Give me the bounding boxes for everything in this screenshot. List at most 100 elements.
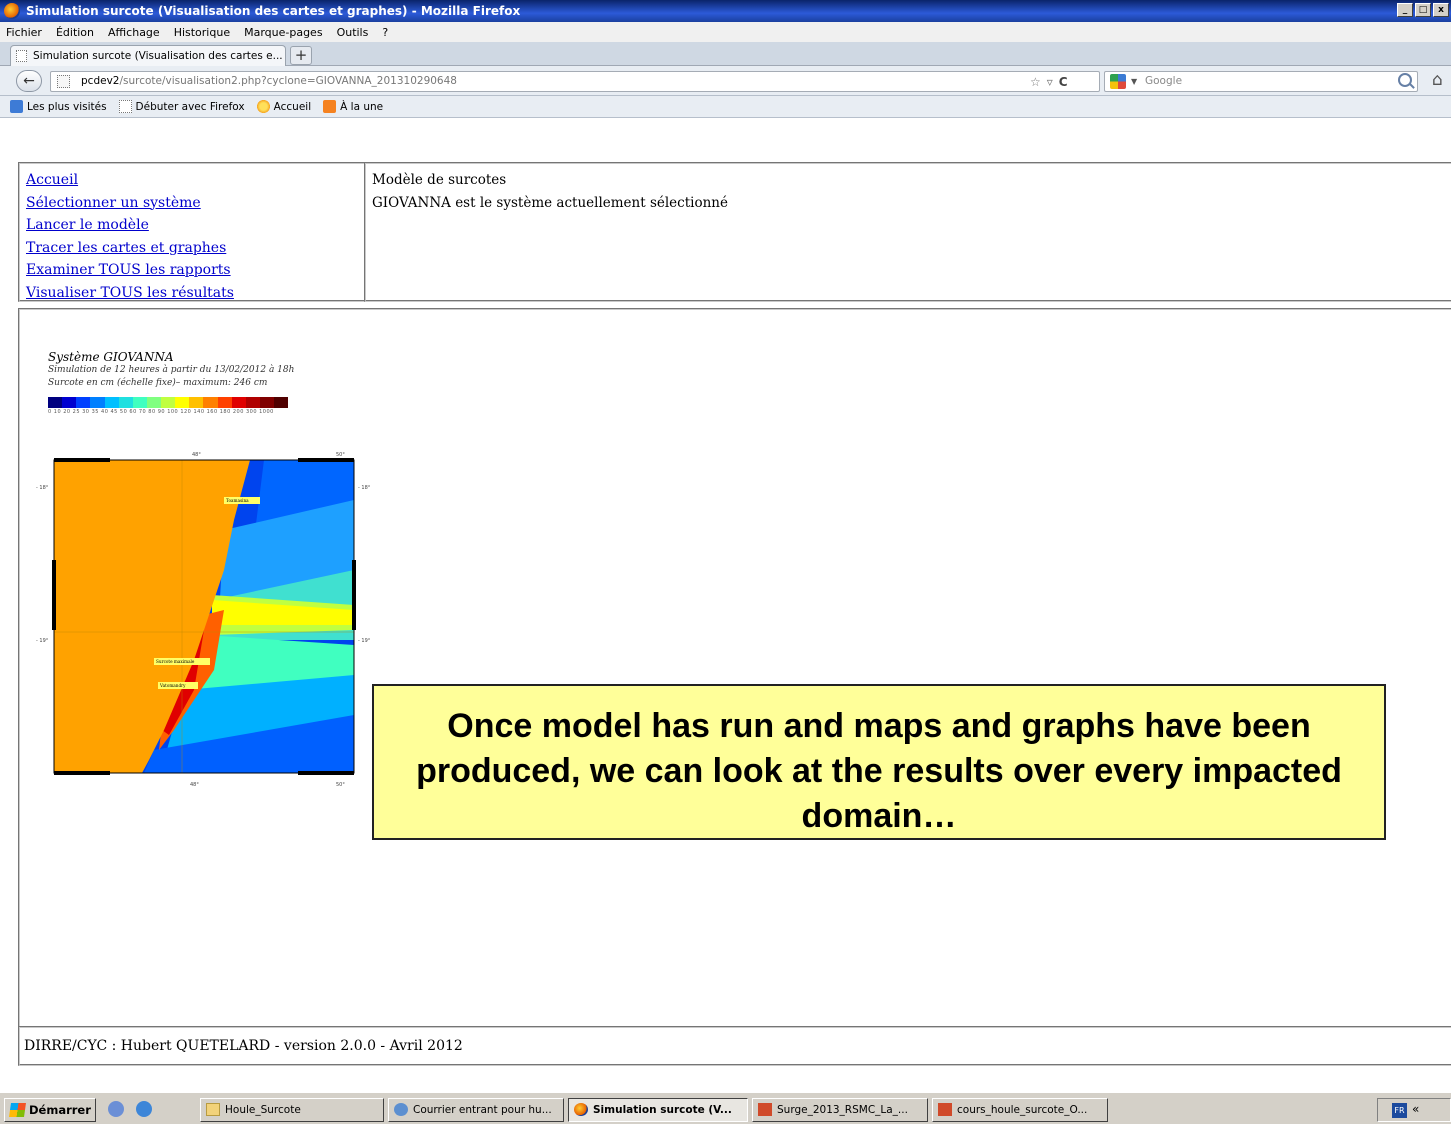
lon-label-bottom-2: 50° [336,782,345,788]
system-tray: FR « [1377,1098,1451,1122]
color-scale-swatch [189,397,204,408]
link-accueil[interactable]: Accueil [26,169,358,192]
search-icon[interactable] [1398,73,1412,87]
color-scale-swatch [175,397,190,408]
model-title: Modèle de surcotes [372,172,507,188]
task-label: Simulation surcote (V... [593,1104,732,1116]
bookmark-label: À la une [340,100,384,113]
frame-tick [54,458,110,462]
frame-tick [54,771,110,775]
star-icon[interactable]: ☆ [1030,75,1041,89]
lon-label-bottom-1: 48° [190,782,199,788]
lon-label-top-1: 48° [192,452,201,458]
task-surge-ppt[interactable]: Surge_2013_RSMC_La_... [752,1098,928,1122]
search-bar[interactable]: ▼ Google [1104,71,1418,92]
color-scale-swatch [245,397,260,408]
language-indicator[interactable]: FR [1392,1103,1407,1118]
lon-label-top-2: 50° [336,452,345,458]
link-run-model[interactable]: Lancer le modèle [26,214,358,237]
tab-title: Simulation surcote (Visualisation des ca… [33,50,283,62]
folder-icon [206,1103,220,1116]
vatomandry-label: Vatomandry [159,683,186,688]
back-button[interactable]: ← [16,70,42,92]
sun-icon [256,100,270,113]
bookmark-accueil[interactable]: Accueil [256,100,312,113]
link-all-reports[interactable]: Examiner TOUS les rapports [26,259,358,282]
task-cours-ppt[interactable]: cours_houle_surcote_O... [932,1098,1108,1122]
color-scale-swatch [203,397,218,408]
task-label: Houle_Surcote [225,1104,301,1116]
frame-tick [352,560,356,630]
surge-map-figure: Système GIOVANNA Simulation de 12 heures… [36,350,371,790]
lat-label-right-1: - 18° [358,485,371,491]
menu-affichage[interactable]: Affichage [108,26,160,39]
home-icon[interactable]: ⌂ [1432,70,1443,90]
maximize-button[interactable]: □ [1415,3,1431,17]
tab-bar: Simulation surcote (Visualisation des ca… [0,42,1451,66]
menu-help[interactable]: ? [382,26,388,39]
minimize-button[interactable]: _ [1397,3,1413,17]
link-plot-maps[interactable]: Tracer les cartes et graphes [26,237,358,260]
selected-system-text: GIOVANNA est le système actuellement sél… [372,194,728,211]
start-button[interactable]: Démarrer [4,1098,96,1122]
new-tab-button[interactable]: + [290,46,312,65]
internet-explorer-icon[interactable] [136,1101,152,1117]
color-scale-swatch [62,397,77,408]
tray-expand-icon[interactable]: « [1412,1102,1419,1116]
menu-fichier[interactable]: Fichier [6,26,42,39]
color-scale-swatch [118,397,133,408]
bookmark-getting-started[interactable]: Débuter avec Firefox [118,100,245,113]
menu-outils[interactable]: Outils [337,26,369,39]
results-frame: Système GIOVANNA Simulation de 12 heures… [18,308,1451,1030]
color-scale-swatch [76,397,91,408]
frame-tick [298,771,354,775]
bookmark-a-la-une[interactable]: À la une [323,100,383,113]
start-label: Démarrer [29,1103,91,1117]
surge-map: 48° 50° - 18° - 19° - 18° - 19° 48° 50° [36,452,371,788]
color-scale-swatch [231,397,246,408]
site-identity-icon[interactable] [57,75,70,88]
firefox-icon [574,1103,588,1116]
menu-marque-pages[interactable]: Marque-pages [244,26,322,39]
annotation-callout: Once model has run and maps and graphs h… [372,684,1386,840]
show-desktop-icon[interactable] [108,1101,124,1117]
menu-bar: Fichier Édition Affichage Historique Mar… [0,22,1451,42]
task-mail[interactable]: Courrier entrant pour hu... [388,1098,564,1122]
window-controls: _ □ x [1397,3,1449,17]
link-all-results[interactable]: Visualiser TOUS les résultats [26,282,358,305]
quick-launch [108,1101,152,1117]
dropdown-arrow-icon[interactable]: ▿ [1047,75,1053,89]
powerpoint-icon [758,1103,772,1116]
url-host: pcdev2 [81,75,120,87]
close-button[interactable]: x [1433,3,1449,17]
google-icon[interactable] [1110,74,1126,89]
bookmark-label: Accueil [273,100,312,113]
frame-tick [298,458,354,462]
color-scale-swatch [274,397,289,408]
firefox-icon [4,3,20,19]
bookmark-most-visited[interactable]: Les plus visités [10,100,107,113]
max-surge-label: Surcote maximale [156,659,195,664]
tab-simulation[interactable]: Simulation surcote (Visualisation des ca… [10,45,286,66]
search-placeholder: Google [1145,75,1183,87]
mail-client-icon [394,1103,408,1116]
link-select-system[interactable]: Sélectionner un système [26,192,358,215]
rss-icon [323,100,337,113]
color-scale-swatch [259,397,274,408]
color-scale [48,397,289,408]
task-firefox[interactable]: Simulation surcote (V... [568,1098,748,1122]
title-bar: Simulation surcote (Visualisation des ca… [0,0,1451,22]
menu-edition[interactable]: Édition [56,26,94,39]
color-scale-swatch [161,397,176,408]
menu-historique[interactable]: Historique [174,26,230,39]
page-icon [118,100,132,113]
reload-icon[interactable]: C [1059,75,1068,89]
lat-label-left-1: - 18° [36,485,49,491]
color-scale-swatch [48,397,63,408]
search-engine-caret-icon[interactable]: ▼ [1131,72,1137,91]
navigation-bar: ← pcdev2/surcote/visualisation2.php?cycl… [0,66,1451,96]
figure-title: Système GIOVANNA [48,350,174,364]
task-houle-surcote[interactable]: Houle_Surcote [200,1098,384,1122]
url-bar[interactable]: pcdev2/surcote/visualisation2.php?cyclon… [50,71,1100,92]
color-scale-swatch [146,397,161,408]
